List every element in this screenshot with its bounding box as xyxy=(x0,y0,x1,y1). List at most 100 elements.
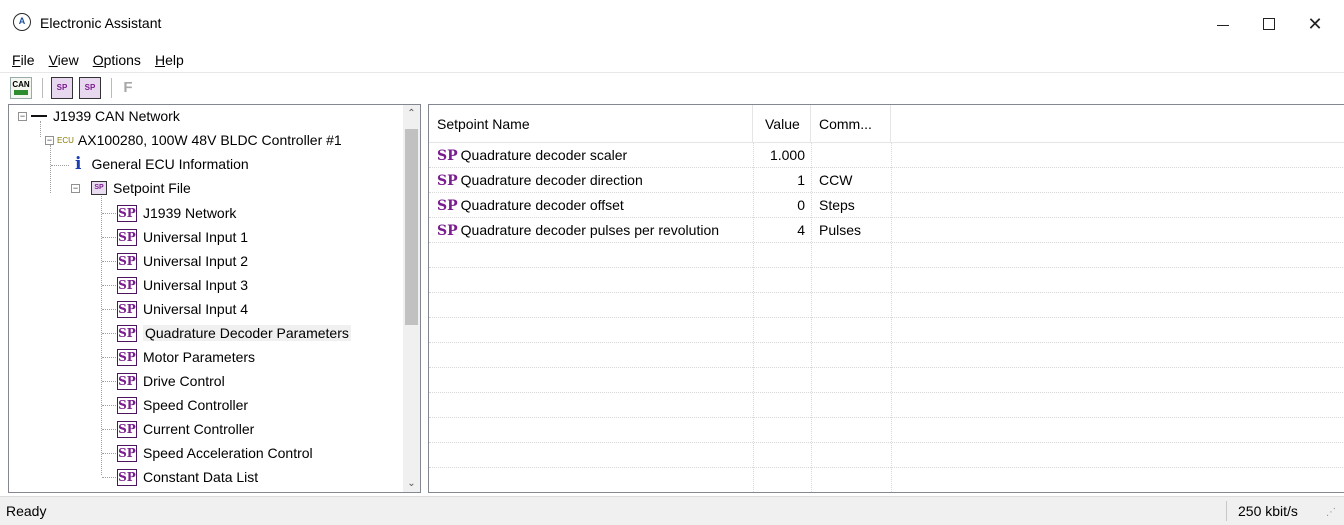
tree-item-setpoint-file[interactable]: SP Setpoint File xyxy=(91,177,191,199)
tree-item-j1939-network[interactable]: SP J1939 Network xyxy=(117,202,236,224)
empty-row xyxy=(429,268,1344,293)
setpoint-icon: SP xyxy=(437,223,458,239)
network-collapse-toggle[interactable]: − xyxy=(18,112,27,121)
scroll-up-icon[interactable]: ⌃ xyxy=(403,105,420,122)
menu-view[interactable]: View xyxy=(49,52,79,68)
setpoint-icon: SP xyxy=(437,173,458,189)
empty-row xyxy=(429,368,1344,393)
tree-connector xyxy=(102,237,116,238)
minimize-icon xyxy=(1217,24,1229,26)
table-row[interactable]: SP Quadrature decoder direction 1 CCW xyxy=(429,168,1344,193)
tree-connector xyxy=(51,165,69,166)
tree-connector xyxy=(102,285,116,286)
tree-item-motor-parameters[interactable]: SP Motor Parameters xyxy=(117,346,255,368)
tree-item-universal-input-4[interactable]: SP Universal Input 4 xyxy=(117,298,248,320)
column-header-setpoint-name[interactable]: Setpoint Name xyxy=(429,105,753,143)
table-row[interactable]: SP Quadrature decoder pulses per revoluti… xyxy=(429,218,1344,243)
cell-comment: CCW xyxy=(819,172,853,188)
tree-item-network[interactable]: J1939 CAN Network xyxy=(31,105,180,127)
empty-row xyxy=(429,393,1344,418)
can-connect-button[interactable]: CAN xyxy=(10,76,32,99)
tree-item-quadrature-decoder-parameters[interactable]: SP Quadrature Decoder Parameters xyxy=(117,322,351,344)
setpoint-icon: SP xyxy=(117,324,137,342)
empty-row xyxy=(429,418,1344,443)
empty-row xyxy=(429,318,1344,343)
setpoint-icon: SP xyxy=(117,252,137,270)
scroll-thumb[interactable] xyxy=(405,129,418,325)
window-title: Electronic Assistant xyxy=(40,15,162,31)
cell-comment: Steps xyxy=(819,197,855,213)
open-setpoint-file-button[interactable]: SP xyxy=(51,76,73,99)
tree-connector xyxy=(102,213,116,214)
tree-connector xyxy=(102,381,116,382)
tree-connector xyxy=(101,193,102,475)
maximize-icon xyxy=(1263,18,1275,30)
menu-help[interactable]: Help xyxy=(155,52,184,68)
close-button[interactable]: ✕ xyxy=(1292,0,1338,48)
ecu-collapse-toggle[interactable]: − xyxy=(45,136,54,145)
flash-button[interactable]: F xyxy=(120,77,136,99)
column-header-comment[interactable]: Comm... xyxy=(811,105,891,143)
minimize-button[interactable] xyxy=(1200,0,1246,48)
maximize-button[interactable] xyxy=(1246,0,1292,48)
tree-connector xyxy=(102,405,116,406)
setpoint-save-icon: SP xyxy=(84,83,96,92)
setpoint-icon: SP xyxy=(117,420,137,438)
status-text: Ready xyxy=(6,503,47,519)
close-icon: ✕ xyxy=(1307,13,1323,34)
setpoint-icon: SP xyxy=(117,468,137,486)
info-icon: i xyxy=(75,154,82,174)
save-setpoint-file-button[interactable]: SP xyxy=(79,76,101,99)
setpoint-list[interactable]: Setpoint Name Value Comm... SP Quadrature… xyxy=(428,104,1344,493)
toolbar: CAN SP SP F xyxy=(0,72,1344,102)
electronic-assistant-icon: A xyxy=(13,13,31,31)
tree-item-speed-acceleration-control[interactable]: SP Speed Acceleration Control xyxy=(117,442,313,464)
tree-connector xyxy=(50,145,51,193)
setpoint-open-icon: SP xyxy=(56,83,68,92)
table-row[interactable]: SP Quadrature decoder offset 0 Steps xyxy=(429,193,1344,218)
empty-row xyxy=(429,343,1344,368)
network-icon xyxy=(31,115,47,117)
column-header-value[interactable]: Value xyxy=(753,105,811,143)
can-icon: CAN xyxy=(12,79,30,89)
tree-scrollbar[interactable]: ⌃ ⌄ xyxy=(403,105,420,492)
setpoint-file-icon: SP xyxy=(91,181,107,195)
ecu-icon: ECU xyxy=(57,135,74,145)
resize-grip-icon[interactable]: ⋰ xyxy=(1326,507,1340,521)
cell-value: 1.000 xyxy=(769,147,805,163)
setpoint-icon: SP xyxy=(117,276,137,294)
status-separator xyxy=(1226,501,1227,521)
setpoint-icon: SP xyxy=(437,198,458,214)
table-row[interactable]: SP Quadrature decoder scaler 1.000 xyxy=(429,143,1344,168)
empty-row xyxy=(429,443,1344,468)
bitrate-indicator: 250 kbit/s xyxy=(1238,503,1298,519)
cell-value: 1 xyxy=(797,172,805,188)
tree-item-constant-data-list[interactable]: SP Constant Data List xyxy=(117,466,258,488)
tree-item-universal-input-2[interactable]: SP Universal Input 2 xyxy=(117,250,248,272)
tree-item-drive-control[interactable]: SP Drive Control xyxy=(117,370,225,392)
tree-connector xyxy=(102,429,116,430)
empty-row xyxy=(429,468,1344,492)
tree-view[interactable]: − J1939 CAN Network − ECU AX100280, 100W… xyxy=(8,104,421,493)
status-bar: Ready 250 kbit/s ⋰ xyxy=(0,496,1344,525)
tree-item-universal-input-1[interactable]: SP Universal Input 1 xyxy=(117,226,248,248)
tree-item-general-ecu-information[interactable]: i General ECU Information xyxy=(71,153,249,175)
tree-item-current-controller[interactable]: SP Current Controller xyxy=(117,418,254,440)
tree-connector xyxy=(102,477,116,478)
cell-value: 4 xyxy=(797,222,805,238)
toolbar-separator xyxy=(111,77,112,98)
tree-item-ecu[interactable]: ECU AX100280, 100W 48V BLDC Controller #… xyxy=(57,129,342,151)
menu-file[interactable]: File xyxy=(12,52,35,68)
setpoint-icon: SP xyxy=(117,396,137,414)
title-bar: A Electronic Assistant ✕ xyxy=(0,0,1344,48)
flash-icon: F xyxy=(123,79,133,96)
tree-connector xyxy=(102,357,116,358)
setpoint-file-collapse-toggle[interactable]: − xyxy=(71,184,80,193)
scroll-down-icon[interactable]: ⌄ xyxy=(403,475,420,492)
tree-item-speed-controller[interactable]: SP Speed Controller xyxy=(117,394,248,416)
cell-value: 0 xyxy=(797,197,805,213)
tree-item-universal-input-3[interactable]: SP Universal Input 3 xyxy=(117,274,248,296)
empty-row xyxy=(429,293,1344,318)
setpoint-icon: SP xyxy=(437,148,458,164)
menu-options[interactable]: Options xyxy=(93,52,141,68)
